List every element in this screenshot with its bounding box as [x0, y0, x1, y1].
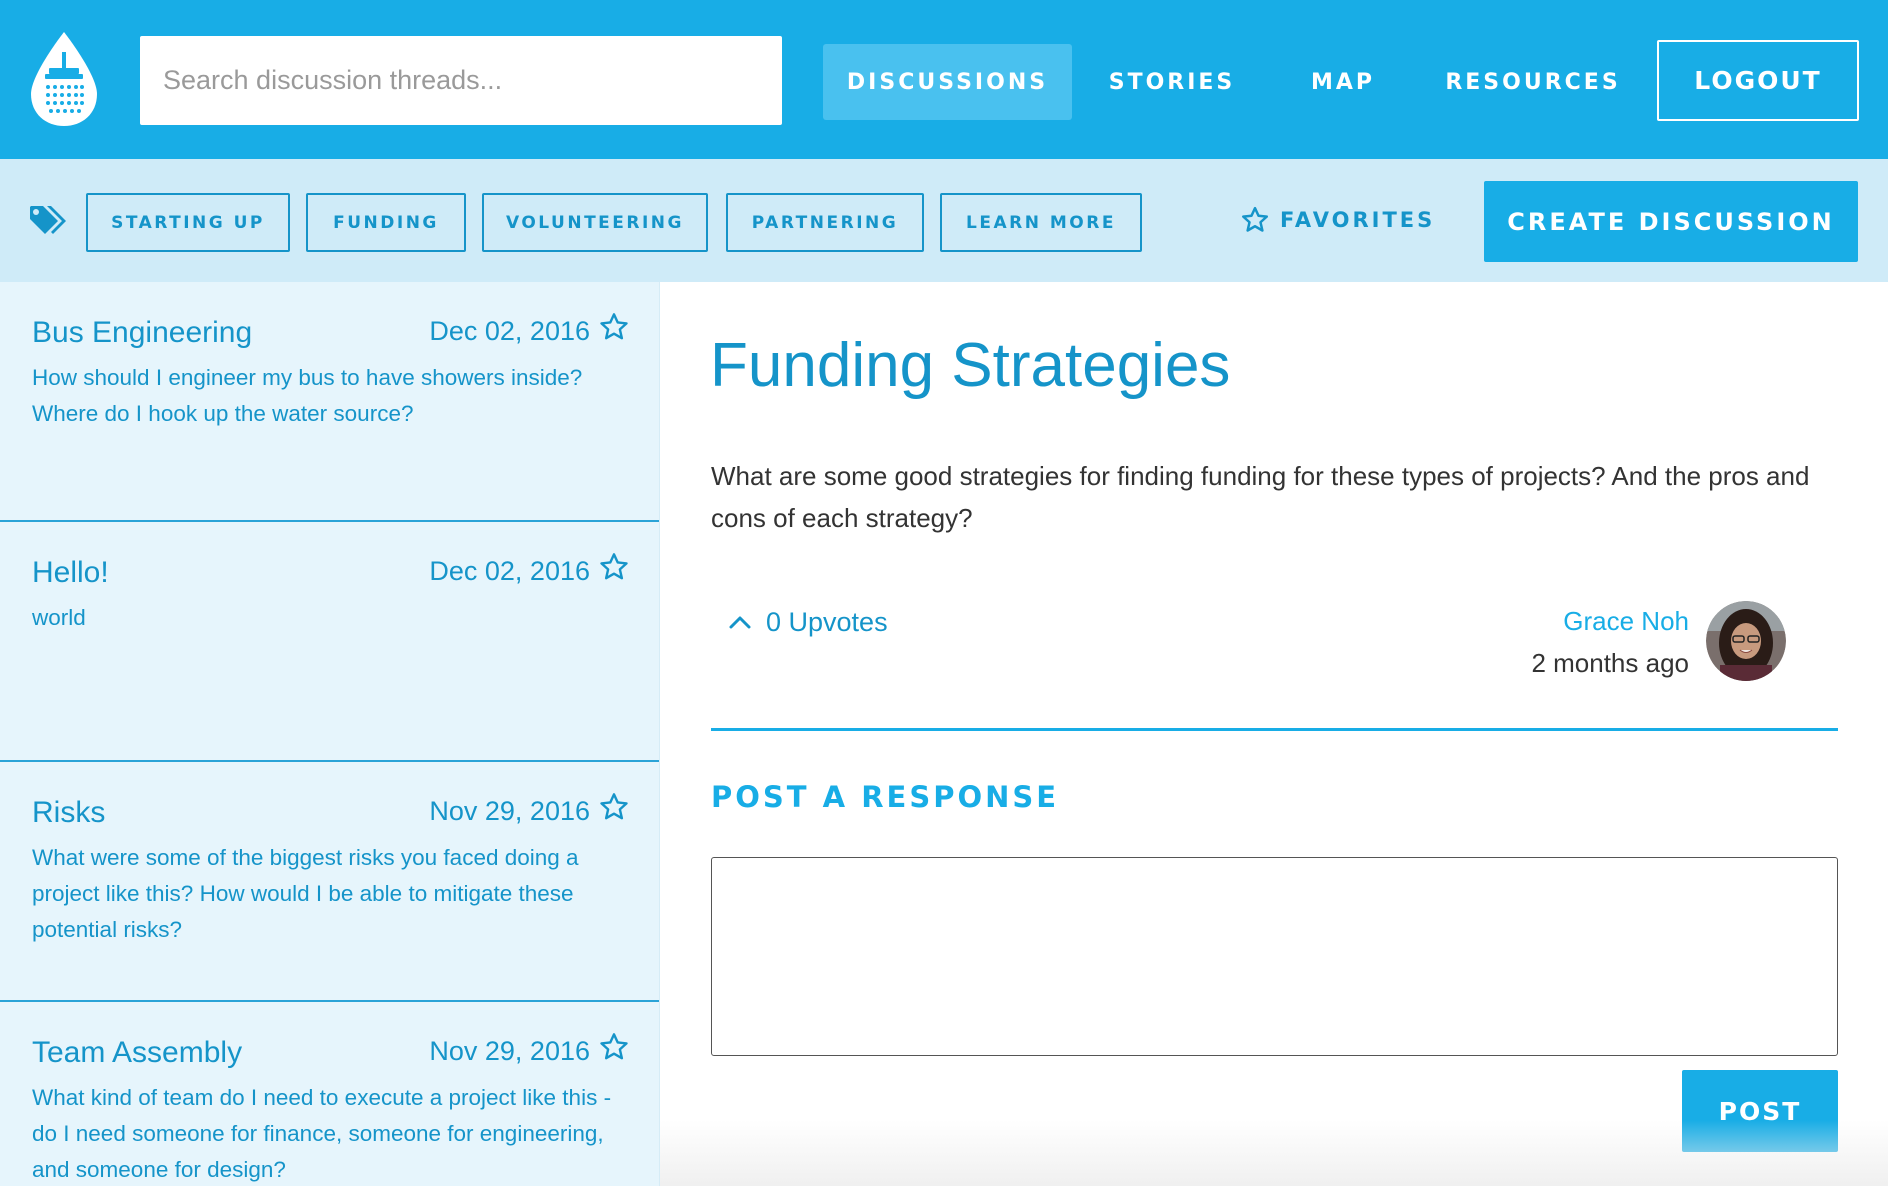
thread-item[interactable]: Team Assembly Nov 29, 2016 What kind of …	[0, 1002, 659, 1186]
tag-funding[interactable]: FUNDING	[306, 193, 466, 252]
discussion-title: Funding Strategies	[710, 331, 1231, 400]
thread-item[interactable]: Hello! Dec 02, 2016 world	[0, 522, 659, 762]
thread-list: Bus Engineering Dec 02, 2016 How should …	[0, 282, 660, 1186]
nav-stories[interactable]: STORIES	[1092, 44, 1252, 120]
avatar[interactable]	[1706, 601, 1786, 681]
tags-icon	[30, 206, 66, 234]
thread-date: Dec 02, 2016	[429, 556, 590, 586]
upvote-count: 0 Upvotes	[766, 606, 888, 637]
nav-discussions[interactable]: DISCUSSIONS	[823, 44, 1072, 120]
divider	[711, 728, 1838, 731]
nav-map[interactable]: MAP	[1290, 44, 1396, 120]
thread-title: Hello!	[32, 556, 109, 589]
favorite-star-icon[interactable]	[598, 551, 630, 583]
thread-title: Team Assembly	[32, 1036, 243, 1069]
thread-title: Bus Engineering	[32, 316, 253, 349]
post-time: 2 months ago	[1531, 648, 1689, 678]
create-discussion-button[interactable]: CREATE DISCUSSION	[1484, 181, 1858, 262]
thread-date: Nov 29, 2016	[429, 1036, 590, 1066]
favorite-star-icon[interactable]	[598, 791, 630, 823]
response-textarea[interactable]	[711, 857, 1838, 1056]
discussion-body: What are some good strategies for findin…	[711, 461, 1810, 533]
upvote-button[interactable]: 0 Upvotes	[728, 602, 888, 642]
search-input[interactable]	[140, 36, 782, 125]
thread-preview: What were some of the biggest risks you …	[32, 845, 579, 942]
tag-volunteering[interactable]: VOLUNTEERING	[482, 193, 708, 252]
favorites-button[interactable]: FAVORITES	[1240, 200, 1435, 240]
thread-preview: What kind of team do I need to execute a…	[32, 1085, 612, 1182]
post-response-heading: POST A RESPONSE	[711, 780, 1060, 814]
logout-button[interactable]: LOGOUT	[1657, 40, 1859, 121]
tag-partnering[interactable]: PARTNERING	[726, 193, 924, 252]
thread-item[interactable]: Risks Nov 29, 2016 What were some of the…	[0, 762, 659, 1002]
favorite-star-icon[interactable]	[598, 311, 630, 343]
nav-resources[interactable]: RESOURCES	[1442, 44, 1624, 120]
thread-preview: How should I engineer my bus to have sho…	[32, 365, 583, 426]
favorites-label: FAVORITES	[1280, 208, 1436, 232]
tag-learn-more[interactable]: LEARN MORE	[940, 193, 1142, 252]
thread-item[interactable]: Bus Engineering Dec 02, 2016 How should …	[0, 282, 659, 522]
tag-starting-up[interactable]: STARTING UP	[86, 193, 290, 252]
thread-date: Dec 02, 2016	[429, 316, 590, 346]
chevron-up-icon	[729, 616, 751, 629]
post-button[interactable]: POST	[1682, 1070, 1838, 1152]
thread-preview: world	[32, 605, 86, 630]
star-outline-icon	[1242, 206, 1268, 232]
water-drop-shower-icon[interactable]	[27, 30, 101, 128]
author-name[interactable]: Grace Noh	[1563, 606, 1689, 637]
favorite-star-icon[interactable]	[598, 1031, 630, 1063]
thread-title: Risks	[32, 796, 106, 829]
thread-date: Nov 29, 2016	[429, 796, 590, 826]
